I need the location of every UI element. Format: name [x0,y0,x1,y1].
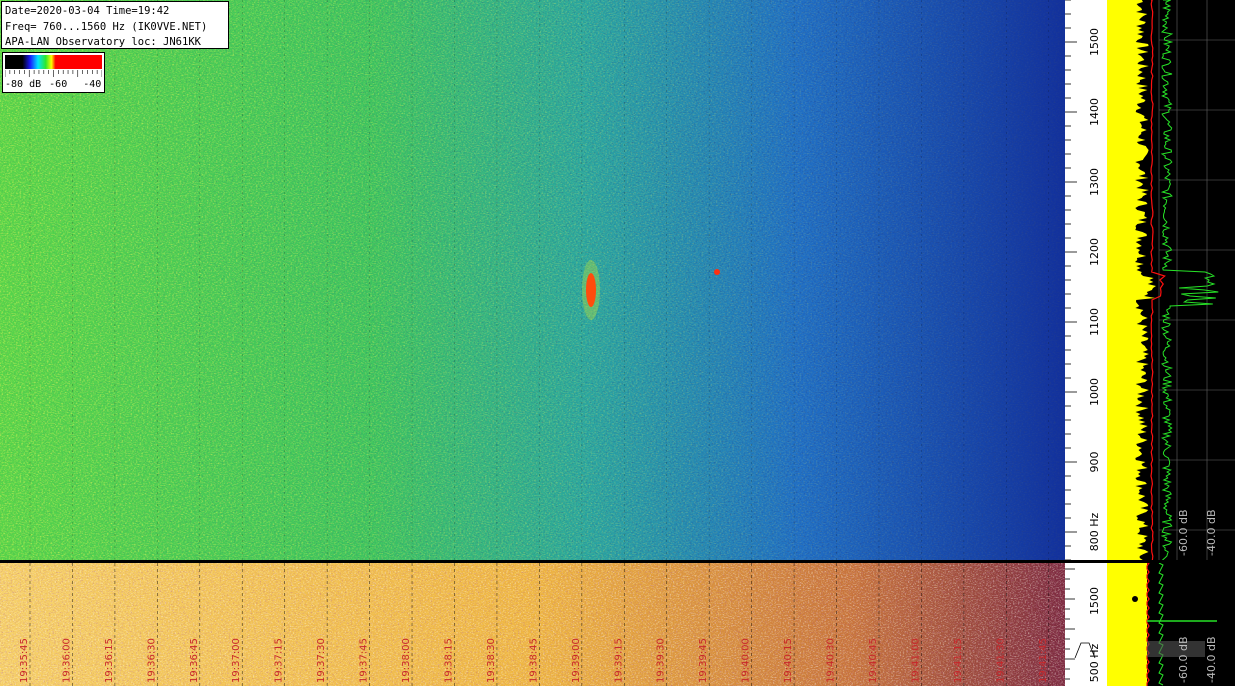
time-label: 19:40:30 [826,638,837,683]
spectrum-panel: -60.0 dB -40.0 dB [1107,0,1235,560]
time-label: 19:36:15 [104,638,115,683]
bottom-frequency-axis: 1500 500 Hz [1065,563,1107,686]
spectrum-peak-line [1146,563,1150,686]
time-label: 19:41:15 [953,638,964,683]
main-waterfall [0,0,1065,560]
time-label: 19:38:30 [486,638,497,683]
time-label: 19:37:45 [359,638,370,683]
time-label: 19:39:30 [656,638,667,683]
signal-trace-glow [582,260,600,320]
spectrum-average-fill [1107,563,1147,686]
freq-line: Freq= 760...1560 Hz (IK0VVE.NET) [5,20,208,33]
color-legend: -80 dB -60 -40 [2,52,105,93]
time-label: 19:36:00 [61,638,72,683]
time-label: 19:38:00 [401,638,412,683]
time-label: 19:38:45 [528,638,539,683]
time-label: 19:40:00 [741,638,752,683]
spectrum-db-label: -60.0 dB [1177,510,1190,557]
freq-tick-label: 900 [1088,452,1101,473]
time-label: 19:41:45 [1038,638,1049,683]
freq-tick-label: 1400 [1088,98,1101,126]
time-label: 19:41:30 [995,638,1006,683]
time-label: 19:41:00 [910,638,921,683]
legend-labels: -80 dB -60 -40 [5,79,101,90]
time-label: 19:37:00 [231,638,242,683]
freq-tick-label: 1200 [1088,238,1101,266]
time-label: 19:37:15 [274,638,285,683]
freq-tick-label: 800 Hz [1088,513,1101,552]
spectrum-db-label: -60.0 dB [1177,637,1190,684]
spectrum-marker-dot [1132,596,1138,602]
spectrum-peak-line [1150,0,1166,560]
spectrum-line [1160,0,1219,560]
legend-ticks [5,70,102,77]
spectrum-line [1158,563,1164,686]
freq-tick-label: 1300 [1088,168,1101,196]
bottom-spectrum-panel: -60.0 dB -40.0 dB [1107,563,1235,686]
freq-tick-label: 1500 [1088,28,1101,56]
time-label: 19:40:45 [868,638,879,683]
time-label: 19:36:45 [189,638,200,683]
bottom-waterfall: 19:35:45 19:36:00 19:36:15 19:36:30 19:36:45… [0,563,1065,686]
legend-label-max: -40 [83,79,102,90]
freq-tick-label: 500 Hz [1088,644,1101,683]
time-label: 19:39:15 [613,638,624,683]
legend-colorbar [5,55,102,69]
spectrum-average-fill [1107,0,1156,560]
freq-tick-label: 1000 [1088,378,1101,406]
freq-tick-label: 1500 [1088,587,1101,615]
legend-label-min: -80 dB [5,79,42,90]
frequency-axis: 1500 1400 1300 1200 1100 1000 900 800 Hz [1065,0,1107,560]
time-label: 19:39:45 [698,638,709,683]
time-label: 19:36:30 [146,638,157,683]
spectrum-db-label: -40.0 dB [1205,510,1218,557]
legend-label-mid: -60 [49,79,68,90]
time-label: 19:35:45 [19,638,30,683]
time-label: 19:38:15 [443,638,454,683]
freq-tick-label: 1100 [1088,308,1101,336]
info-box: Date=2020-03-04 Time=19:42 Freq= 760...1… [1,1,229,49]
time-label: 19:39:00 [571,638,582,683]
date-line: Date=2020-03-04 Time=19:42 [5,5,170,17]
time-label: 19:40:15 [783,638,794,683]
time-label: 19:37:30 [316,638,327,683]
observatory-line: APA-LAN Observatory loc: JN61KK [5,36,201,48]
signal-dot [714,269,720,275]
spectrum-gray-band [1147,641,1205,657]
spectrum-db-label: -40.0 dB [1205,637,1218,684]
